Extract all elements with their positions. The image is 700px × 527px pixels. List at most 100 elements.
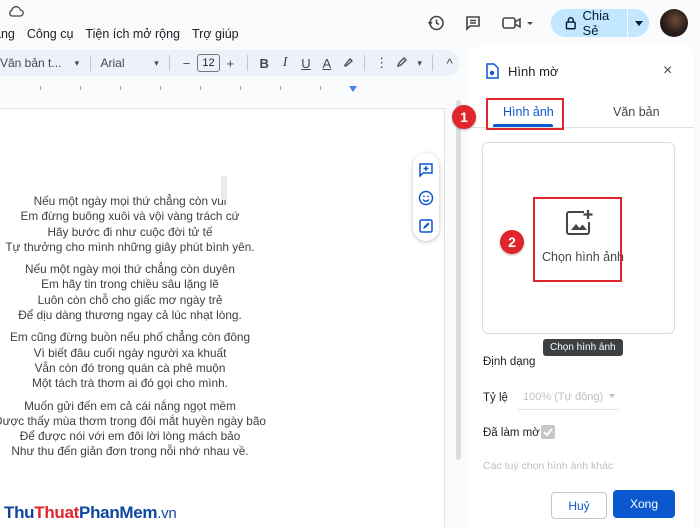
ruler-tick	[240, 86, 241, 90]
meet-video-icon[interactable]	[500, 12, 536, 34]
step-badge-1: 1	[452, 105, 476, 129]
share-button[interactable]: Chia Sẻ	[551, 8, 649, 38]
menu-item-help[interactable]: Trợ giúp	[186, 27, 245, 41]
ruler-tick	[40, 86, 41, 90]
decrease-font-size-button[interactable]: −	[176, 56, 197, 71]
poem-line: Để dịu dàng thương ngay cả lúc nhạt lòng…	[18, 308, 242, 323]
underline-button[interactable]: U	[296, 56, 317, 71]
faded-label: Đã làm mờ	[483, 427, 540, 439]
site-watermark: ThuThuatPhanMem.vn	[4, 503, 177, 523]
format-section-heading: Định dạng	[483, 356, 536, 368]
right-indent-marker[interactable]	[349, 86, 357, 92]
more-options-icon[interactable]: ⋮	[371, 55, 392, 71]
poem-line: Nếu một ngày mọi thứ chẳng còn vui	[33, 194, 227, 208]
highlight-color-icon[interactable]	[337, 56, 358, 71]
panel-title: Hình mờ	[508, 64, 559, 79]
poem-line: Em cũng đừng buồn nếu phố chẳng còn đông	[9, 330, 251, 345]
ruler-tick	[120, 86, 121, 90]
poem-line: Em đừng buông xuôi và vội vàng trách cứ	[20, 209, 240, 224]
ruler-tick	[160, 86, 161, 90]
floating-actions	[413, 153, 439, 241]
toolbar-divider	[169, 55, 171, 71]
font-family-select[interactable]: Arial	[97, 56, 150, 70]
editing-mode-icon[interactable]	[392, 56, 413, 71]
collapse-toolbar-icon[interactable]: ^	[439, 56, 460, 71]
toolbar-divider	[432, 55, 434, 71]
comments-icon[interactable]	[462, 12, 484, 34]
poem-line: Như thu đến giản đơn trong nỗi nhớ nhau …	[11, 444, 249, 459]
menu-item-insert[interactable]: ang	[0, 27, 21, 41]
poem-line: Vì biết đâu cuối ngày người xa khuất	[33, 345, 227, 360]
stanza: Nếu một ngày mọi thứ chẳng còn vui Em đừ…	[0, 194, 300, 255]
cancel-button[interactable]: Huỷ	[551, 492, 607, 519]
watermark-doc-icon	[486, 63, 499, 79]
caret-down-icon	[634, 20, 643, 26]
suggest-edits-icon[interactable]	[418, 218, 434, 234]
top-bar: ang Công cụ Tiện ích mở rộng Trợ giúp Ch…	[0, 0, 700, 46]
scale-label: Tỷ lệ	[483, 392, 508, 404]
ruler	[0, 83, 462, 93]
editing-caret-icon: ▾	[417, 57, 422, 68]
poem-line: Nếu một ngày mọi thứ chẳng còn duyên	[25, 262, 235, 277]
step-badge-2: 2	[500, 230, 524, 254]
menu-item-extensions[interactable]: Tiện ích mở rộng	[79, 27, 186, 41]
toolbar-divider	[364, 55, 366, 71]
stanza: Nếu một ngày mọi thứ chẳng còn duyên Em …	[0, 262, 300, 323]
highlight-box-choose-image	[533, 197, 622, 282]
menu-item-tools[interactable]: Công cụ	[21, 27, 80, 41]
cloud-saved-icon[interactable]	[8, 5, 24, 17]
history-icon[interactable]	[425, 12, 447, 34]
font-size-input[interactable]: 12	[197, 54, 220, 72]
text-color-button[interactable]: A	[316, 56, 337, 71]
watermark-part: PhanMem	[79, 503, 158, 522]
add-comment-icon[interactable]	[418, 162, 434, 178]
menu-bar: ang Công cụ Tiện ích mở rộng Trợ giúp	[0, 27, 245, 41]
watermark-part: .vn	[157, 505, 177, 522]
format-toolbar: Văn bản t... ▾ Arial ▾ − 12 + B I U A ⋮ …	[0, 50, 460, 76]
highlight-box-image-tab	[486, 98, 564, 130]
poem-line: Em hãy tin trong chiều sâu lặng lẽ	[41, 277, 219, 292]
poem-line: Một tách trà thơm ai đó gọi cho mình.	[32, 376, 228, 391]
watermark-part: Thu	[4, 503, 35, 522]
ruler-tick	[320, 86, 321, 90]
document-scrollbar[interactable]	[456, 100, 461, 460]
share-button-main[interactable]: Chia Sẻ	[551, 8, 627, 38]
choose-image-tooltip: Chọn hình ảnh	[543, 339, 623, 356]
poem-line: Hãy bước đi như cuộc đời tử tế	[47, 224, 213, 239]
ruler-tick	[200, 86, 201, 90]
toolbar-divider	[89, 55, 91, 71]
poem-line: Để được nói với em đôi lời lòng mách bảo	[19, 429, 241, 444]
scale-select[interactable]: 100% (Tự động)	[518, 384, 619, 410]
poem-line: Vẫn còn đó trong quán cà phê muộn	[34, 360, 226, 375]
document-page[interactable]: Nếu một ngày mọi thứ chẳng còn vui Em đừ…	[0, 108, 445, 527]
more-image-options[interactable]: Các tuỳ chọn hình ảnh khác	[483, 460, 613, 472]
share-label: Chia Sẻ	[582, 8, 610, 38]
checkmark-icon	[543, 428, 553, 437]
tab-text[interactable]: Văn bản	[613, 105, 660, 119]
watermark-part: Thuat	[34, 503, 80, 522]
ruler-tick	[280, 86, 281, 90]
close-icon[interactable]: ×	[663, 63, 672, 79]
poem-line: Được thấy mùa thơm trong đôi mắt huyền n…	[0, 413, 266, 428]
toolbar-divider	[246, 55, 248, 71]
italic-button[interactable]: I	[275, 55, 296, 71]
emoji-reaction-icon[interactable]	[418, 190, 434, 206]
faded-checkbox[interactable]	[541, 425, 555, 439]
ruler-tick	[80, 86, 81, 90]
paragraph-style-select[interactable]: Văn bản t...	[0, 56, 70, 70]
stanza: Muốn gửi đến em cả cái nắng ngọt mềm Đượ…	[0, 399, 300, 460]
font-caret-icon: ▾	[154, 57, 159, 68]
done-button[interactable]: Xong	[613, 490, 675, 518]
text-cursor	[221, 176, 227, 200]
share-dropdown-button[interactable]	[628, 20, 649, 26]
bold-button[interactable]: B	[254, 56, 275, 71]
poem-line: Muốn gửi đến em cả cái nắng ngọt mềm	[24, 398, 236, 413]
account-avatar[interactable]	[660, 9, 688, 37]
scale-caret-icon	[609, 394, 615, 398]
increase-font-size-button[interactable]: +	[220, 56, 241, 71]
scale-value: 100% (Tự động)	[523, 391, 604, 403]
document-canvas: Nếu một ngày mọi thứ chẳng còn vui Em đừ…	[0, 96, 462, 527]
lock-icon	[565, 17, 576, 30]
poem-line: Luôn còn chỗ cho giấc mơ ngày trẻ	[37, 292, 223, 307]
style-caret-icon: ▾	[74, 57, 80, 68]
